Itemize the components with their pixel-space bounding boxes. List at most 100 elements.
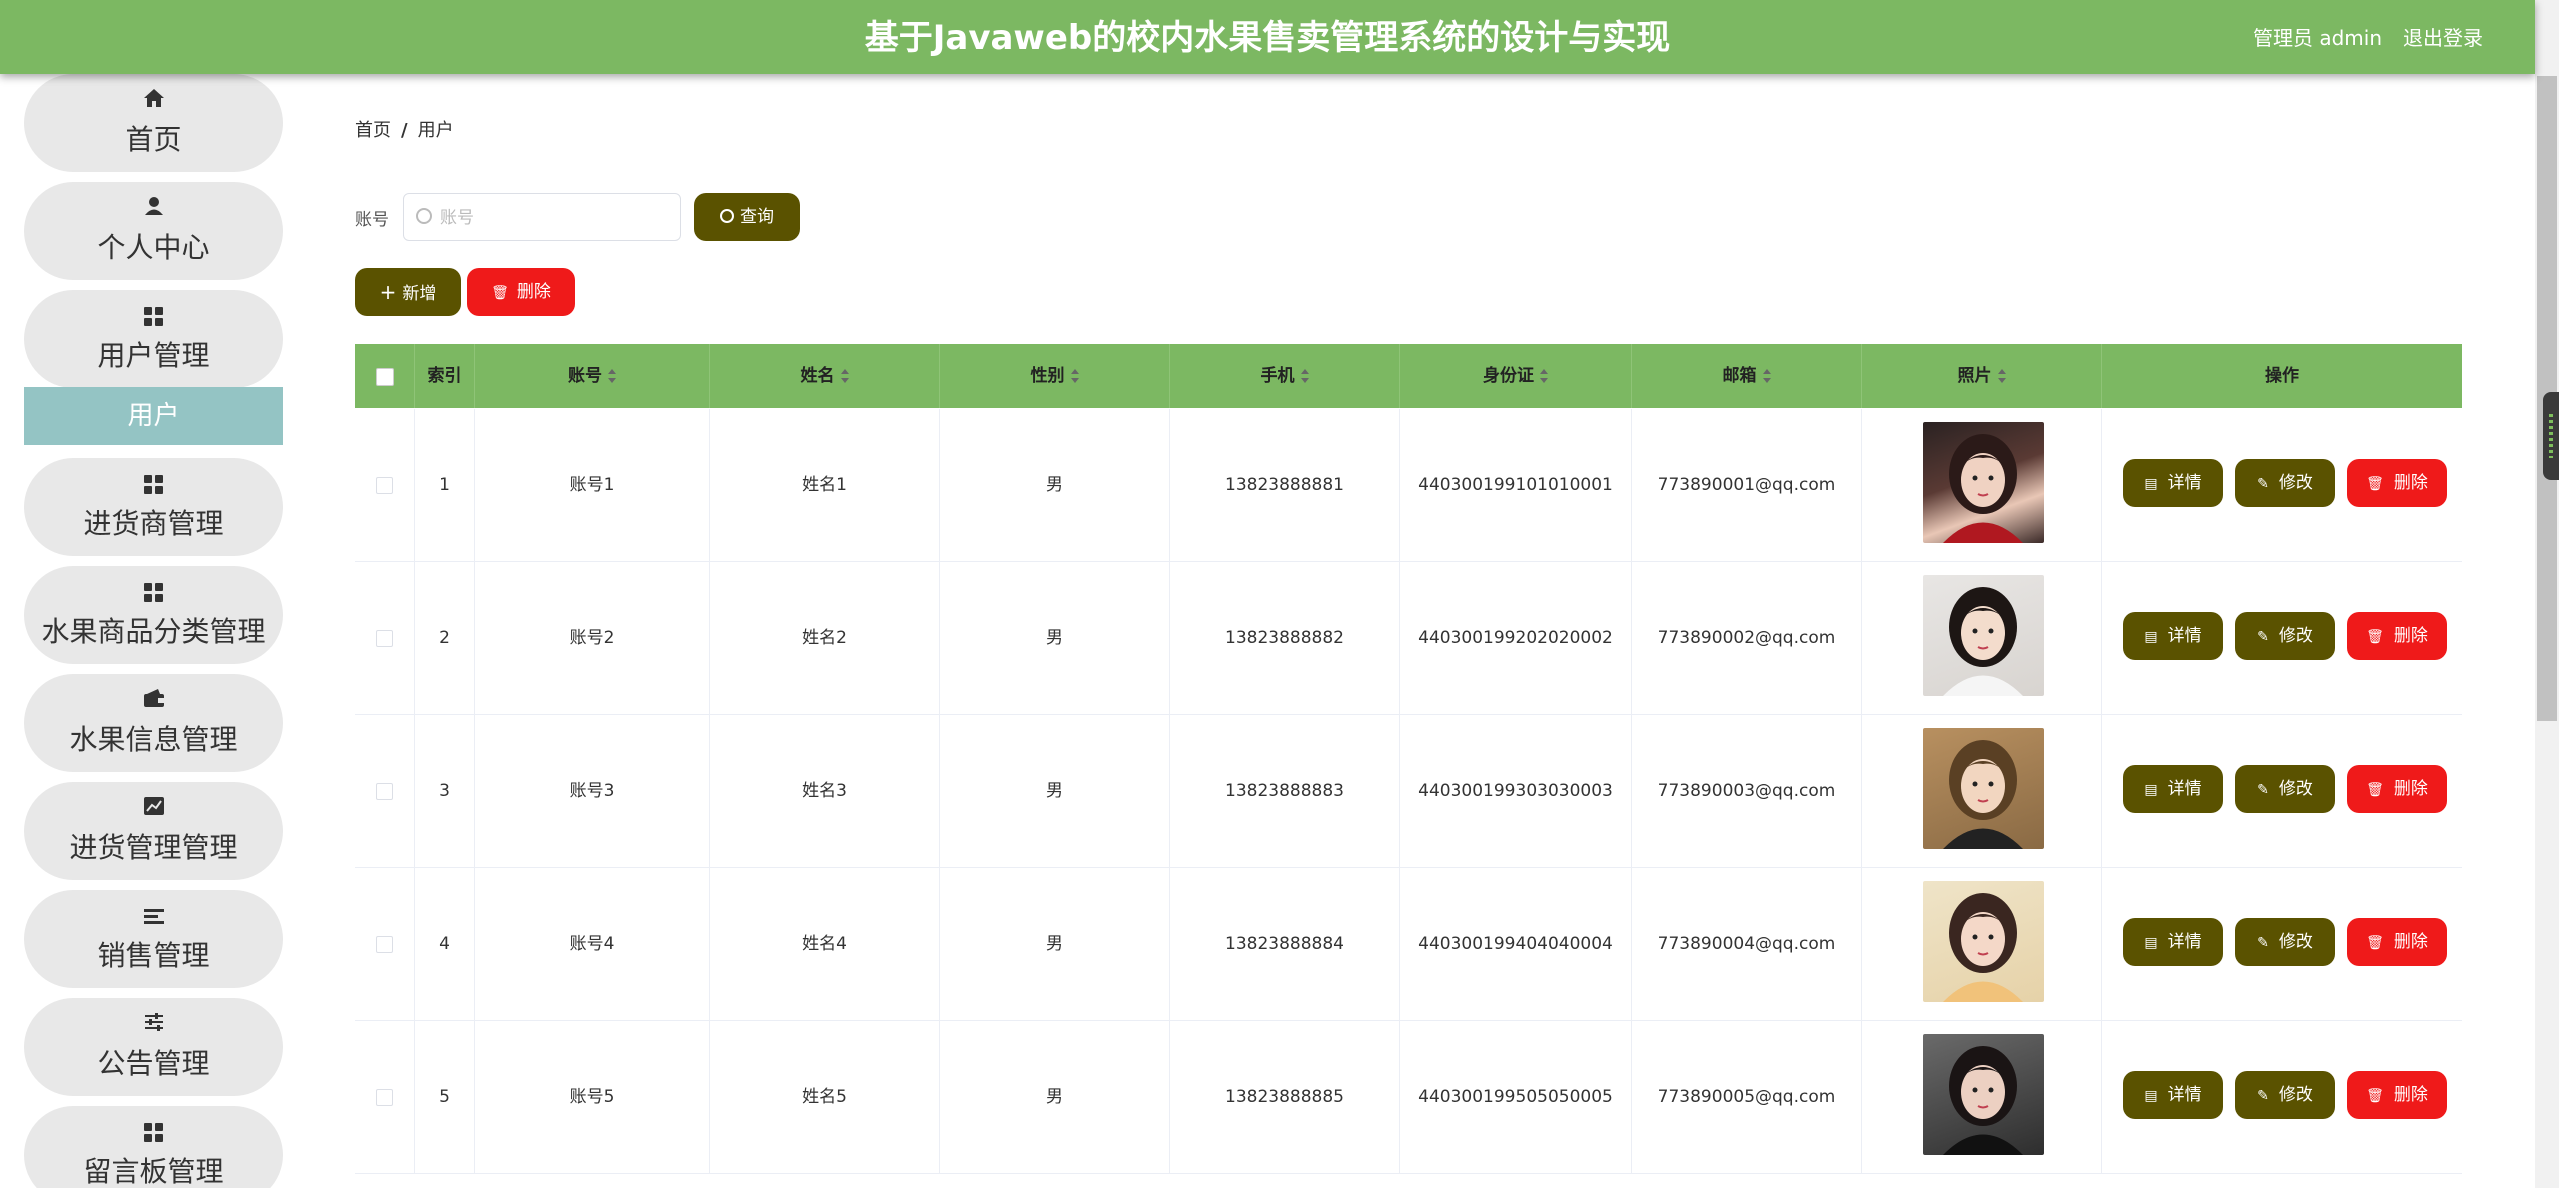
cell-index: 2 <box>415 562 475 714</box>
side-drawer-handle[interactable] <box>2543 392 2559 480</box>
sidebar-item-profile[interactable]: 个人中心 <box>24 182 283 280</box>
detail-button[interactable]: ▤ 详情 <box>2123 1071 2223 1119</box>
delete-button[interactable]: 🗑 删除 <box>2347 612 2447 660</box>
cell-select <box>355 409 415 561</box>
col-gender[interactable]: 性别 <box>940 344 1170 408</box>
grid-icon <box>24 304 283 330</box>
delete-button[interactable]: 🗑 删除 <box>2347 765 2447 813</box>
batch-delete-button[interactable]: 🗑 删除 <box>467 268 575 316</box>
detail-button[interactable]: ▤ 详情 <box>2123 918 2223 966</box>
cell-photo <box>1862 715 2102 867</box>
delete-button[interactable]: 🗑 删除 <box>2347 1071 2447 1119</box>
sidebar-item-supplier-management[interactable]: 进货商管理 <box>24 458 283 556</box>
row-checkbox[interactable] <box>376 477 393 494</box>
document-icon: ▤ <box>2144 782 2158 798</box>
cell-select <box>355 868 415 1020</box>
sidebar-item-message-board-management[interactable]: 留言板管理 <box>24 1106 283 1188</box>
detail-button-label: 详情 <box>2167 932 2202 952</box>
grid-icon <box>24 580 283 606</box>
sidebar-item-fruit-category-management[interactable]: 水果商品分类管理 <box>24 566 283 664</box>
sort-icon[interactable] <box>1300 369 1309 383</box>
edit-button[interactable]: ✎ 修改 <box>2235 459 2335 507</box>
sort-icon[interactable] <box>1997 369 2006 383</box>
col-phone[interactable]: 手机 <box>1170 344 1400 408</box>
user-photo[interactable] <box>1923 422 2044 543</box>
sidebar-item-sales-management[interactable]: 销售管理 <box>24 890 283 988</box>
cell-id-card: 440300199101010001 <box>1400 409 1632 561</box>
user-photo[interactable] <box>1923 1034 2044 1155</box>
add-button[interactable]: + 新增 <box>355 268 461 316</box>
detail-button[interactable]: ▤ 详情 <box>2123 459 2223 507</box>
row-checkbox[interactable] <box>376 783 393 800</box>
page-scrollbar[interactable] <box>2535 0 2559 1188</box>
delete-button-label: 删除 <box>2393 932 2428 952</box>
edit-button[interactable]: ✎ 修改 <box>2235 612 2335 660</box>
home-icon <box>24 88 283 114</box>
chart-icon <box>24 796 283 822</box>
cell-phone: 13823888882 <box>1170 562 1400 714</box>
sidebar-item-label: 首页 <box>125 123 182 156</box>
pencil-icon: ✎ <box>2257 629 2269 645</box>
cell-email: 773890003@qq.com <box>1632 715 1862 867</box>
sidebar-item-fruit-info-management[interactable]: 水果信息管理 <box>24 674 283 772</box>
logout-link[interactable]: 退出登录 <box>2403 0 2483 76</box>
sidebar-item-notice-management[interactable]: 公告管理 <box>24 998 283 1096</box>
sort-icon[interactable] <box>1070 369 1079 383</box>
cell-account: 账号1 <box>475 409 710 561</box>
pencil-icon: ✎ <box>2257 476 2269 492</box>
search-icon <box>720 209 734 223</box>
col-id-card[interactable]: 身份证 <box>1400 344 1632 408</box>
row-checkbox[interactable] <box>376 1089 393 1106</box>
sort-icon[interactable] <box>1762 369 1771 383</box>
col-name[interactable]: 姓名 <box>710 344 940 408</box>
edit-button[interactable]: ✎ 修改 <box>2235 765 2335 813</box>
sort-icon[interactable] <box>1540 369 1548 383</box>
table-row: 1 账号1 姓名1 男 13823888881 440300199101010001 773… <box>355 409 2462 562</box>
sort-icon[interactable] <box>608 369 616 383</box>
edit-button[interactable]: ✎ 修改 <box>2235 1071 2335 1119</box>
table-row: 4 账号4 姓名4 男 13823888884 440300199404040004 773… <box>355 868 2462 1021</box>
search-icon <box>416 208 432 224</box>
cell-index: 3 <box>415 715 475 867</box>
detail-button[interactable]: ▤ 详情 <box>2123 765 2223 813</box>
document-icon: ▤ <box>2144 1088 2158 1104</box>
col-email[interactable]: 邮箱 <box>1632 344 1862 408</box>
detail-button[interactable]: ▤ 详情 <box>2123 612 2223 660</box>
delete-button-label: 删除 <box>2393 1085 2428 1105</box>
cell-actions: ▤ 详情 ✎ 修改 🗑 删除 <box>2102 409 2462 561</box>
search-button[interactable]: 查询 <box>694 193 800 241</box>
user-photo[interactable] <box>1923 728 2044 849</box>
cell-email: 773890002@qq.com <box>1632 562 1862 714</box>
search-field[interactable] <box>403 193 681 242</box>
cell-email: 773890001@qq.com <box>1632 409 1862 561</box>
sidebar-item-home[interactable]: 首页 <box>24 74 283 172</box>
col-account[interactable]: 账号 <box>475 344 710 408</box>
col-actions: 操作 <box>2265 366 2299 386</box>
delete-button[interactable]: 🗑 删除 <box>2347 459 2447 507</box>
delete-button[interactable]: 🗑 删除 <box>2347 918 2447 966</box>
search-input[interactable] <box>438 194 672 242</box>
col-photo[interactable]: 照片 <box>1862 344 2102 408</box>
admin-user-label: 管理员 admin <box>2253 26 2383 50</box>
user-photo[interactable] <box>1923 881 2044 1002</box>
edit-button[interactable]: ✎ 修改 <box>2235 918 2335 966</box>
sort-icon[interactable] <box>840 369 849 383</box>
cell-phone: 13823888883 <box>1170 715 1400 867</box>
list-icon <box>24 904 283 930</box>
breadcrumb-home[interactable]: 首页 <box>355 120 391 141</box>
pencil-icon: ✎ <box>2257 782 2269 798</box>
user-photo[interactable] <box>1923 575 2044 696</box>
cell-name: 姓名2 <box>710 562 940 714</box>
row-checkbox[interactable] <box>376 936 393 953</box>
sidebar-item-label: 留言板管理 <box>83 1155 224 1188</box>
row-checkbox[interactable] <box>376 630 393 647</box>
breadcrumb-separator: / <box>401 120 408 141</box>
sidebar-item-user-management[interactable]: 用户管理 <box>24 290 283 388</box>
select-all-checkbox[interactable] <box>376 368 394 386</box>
submenu-item-users[interactable]: 用户 <box>24 387 283 445</box>
cell-email: 773890005@qq.com <box>1632 1021 1862 1173</box>
detail-button-label: 详情 <box>2167 473 2202 493</box>
col-index: 索引 <box>415 344 475 408</box>
sidebar-item-purchase-management[interactable]: 进货管理管理 <box>24 782 283 880</box>
cell-photo <box>1862 409 2102 561</box>
